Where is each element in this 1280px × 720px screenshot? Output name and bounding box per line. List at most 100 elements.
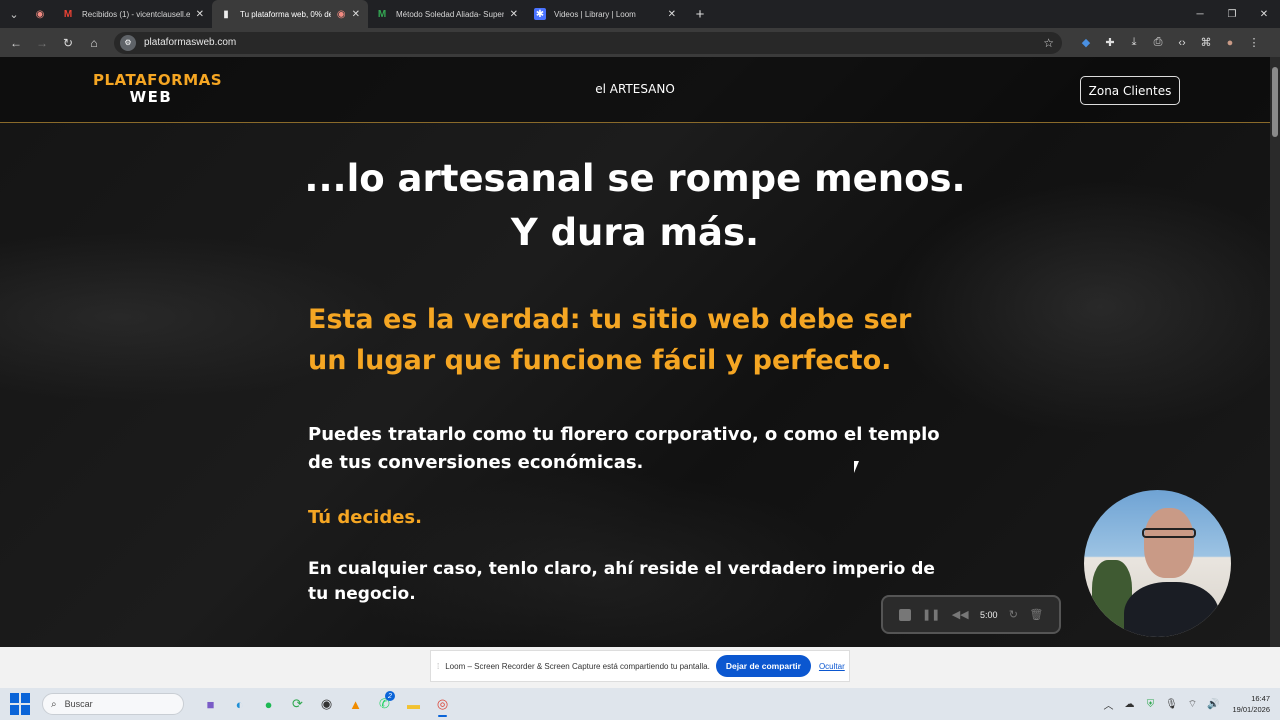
wifi-icon[interactable]: ⌔	[1182, 698, 1203, 711]
restore-icon[interactable]: ❐	[1216, 0, 1248, 28]
cloud-icon[interactable]: ☁	[1119, 699, 1140, 710]
windows-taskbar: ⌕ Buscar ■ ◐ ● ⟳ ◉ ▲ ✆ 2 ▬ ◎ ︿ ☁ ⛨ 🎙 ⌔ 🔊 …	[0, 688, 1280, 720]
tab-strip: ⌄ ◉ M Recibidos (1) - vicentclausell.es …	[0, 0, 1280, 28]
record-icon: ◉	[35, 8, 45, 20]
taskbar-search[interactable]: ⌕ Buscar	[42, 693, 184, 715]
restart-icon[interactable]: ↻	[1009, 608, 1018, 621]
tab-plataformas[interactable]: ▮ Tu plataforma web, 0% dep ◉ ✕	[212, 0, 368, 28]
tab-loom[interactable]: ✱ Videos | Library | Loom ✕	[526, 0, 684, 28]
volume-icon[interactable]: 🔊	[1203, 699, 1224, 710]
scrollbar-thumb[interactable]	[1272, 67, 1278, 137]
taskbar-clock[interactable]: 16:47 19/01/2026	[1232, 693, 1270, 715]
record-icon: ◉	[336, 8, 346, 20]
minimize-icon[interactable]: ─	[1184, 0, 1216, 28]
loom-webcam-bubble[interactable]	[1084, 490, 1231, 637]
loom-recording-controls: ❚❚ ◀◀ 5:00 ↻ 🗑	[881, 595, 1061, 634]
windows-start-icon[interactable]	[10, 693, 32, 715]
tab-gmail[interactable]: M Recibidos (1) - vicentclausell.es ✕	[54, 0, 212, 28]
paragraph-imperio: En cualquier caso, tenlo claro, ahí resi…	[308, 559, 935, 604]
back-icon[interactable]: ←	[4, 31, 28, 55]
stop-recording-icon[interactable]	[898, 608, 911, 621]
reload-icon[interactable]: ↻	[56, 31, 80, 55]
tab-recording[interactable]: ◉	[28, 0, 54, 28]
vlc-icon[interactable]: ▲	[341, 690, 370, 718]
sync-app-icon[interactable]: ⟳	[283, 690, 312, 718]
m-icon: M	[377, 8, 387, 20]
security-icon[interactable]: ⛨	[1140, 699, 1161, 710]
microphone-icon[interactable]: 🎙	[1161, 699, 1182, 710]
presenter-body	[1124, 582, 1219, 637]
hide-link[interactable]: Ocultar	[819, 662, 845, 671]
whatsapp-icon[interactable]: ✆ 2	[370, 690, 399, 718]
close-icon[interactable]: ✕	[196, 9, 204, 20]
clock-time: 16:47	[1251, 694, 1270, 703]
close-icon[interactable]: ✕	[668, 9, 676, 20]
glasses-shape	[1142, 528, 1196, 538]
presenter-head	[1144, 508, 1194, 578]
drag-handle-icon[interactable]: ⁞	[437, 662, 439, 671]
home-icon[interactable]: ⌂	[82, 31, 106, 55]
toolbar-actions: ◆ ✚ ⤓ ⎙ ‹› ⌘ ● ⋮	[1074, 31, 1266, 55]
page-scrollbar[interactable]	[1270, 57, 1280, 647]
devtools-icon[interactable]: ‹›	[1170, 31, 1194, 55]
nav-link-artesano[interactable]: el ARTESANO	[560, 82, 710, 96]
gmail-icon: M	[63, 8, 73, 20]
mouse-cursor-icon	[854, 461, 859, 473]
edge-icon[interactable]: ◐	[225, 690, 254, 718]
bookmark-star-icon[interactable]: ☆	[1043, 36, 1054, 50]
whatsapp-badge: 2	[385, 691, 395, 701]
search-placeholder: Buscar	[64, 699, 93, 709]
system-tray: ︿ ☁ ⛨ 🎙 ⌔ 🔊	[1098, 688, 1224, 720]
chrome-icon[interactable]: ◎	[428, 690, 457, 718]
search-icon: ⌕	[51, 698, 57, 710]
tab-search-button[interactable]: ⌄	[0, 0, 28, 28]
forward-icon[interactable]: →	[30, 31, 54, 55]
address-bar[interactable]: ⚙ plataformasweb.com ☆	[114, 31, 1062, 54]
screen-share-notification: ⁞ Loom – Screen Recorder & Screen Captur…	[430, 650, 850, 682]
logo-line1: PLATAFORMAS	[93, 71, 223, 89]
tab-label: Tu plataforma web, 0% dep	[240, 9, 331, 19]
translate-icon[interactable]: ⌘	[1194, 31, 1218, 55]
spotify-icon[interactable]: ●	[254, 690, 283, 718]
extension-icon[interactable]: ◆	[1074, 31, 1098, 55]
site-icon: ▮	[223, 8, 229, 20]
headline: Esta es la verdad: tu sitio web debe ser…	[308, 304, 912, 376]
hero-line2: Y dura más.	[510, 211, 760, 254]
pause-icon[interactable]: ❚❚	[922, 608, 940, 621]
chevron-up-icon[interactable]: ︿	[1098, 697, 1119, 712]
web-page: PLATAFORMAS WEB el ARTESANO Zona Cliente…	[0, 57, 1270, 647]
close-icon[interactable]: ✕	[510, 9, 518, 20]
rewind-icon[interactable]: ◀◀	[952, 608, 969, 621]
site-logo[interactable]: PLATAFORMAS WEB	[93, 71, 223, 106]
tab-label: Videos | Library | Loom	[554, 9, 636, 19]
tab-label: Método Soledad Aliada- Super	[396, 9, 504, 19]
profile-avatar[interactable]: ●	[1218, 31, 1242, 55]
extensions-puzzle-icon[interactable]: ✚	[1098, 31, 1122, 55]
download-icon[interactable]: ⤓	[1122, 31, 1146, 55]
logo-line2: WEB	[129, 88, 173, 106]
tu-decides-text: Tú decides.	[308, 507, 422, 528]
close-window-icon[interactable]: ✕	[1248, 0, 1280, 28]
site-info-icon[interactable]: ⚙	[120, 34, 136, 51]
print-icon[interactable]: ⎙	[1146, 31, 1170, 55]
hero-line1: ...lo artesanal se rompe menos.	[304, 157, 966, 200]
share-message: Loom – Screen Recorder & Screen Capture …	[445, 661, 710, 671]
url-text: plataformasweb.com	[144, 37, 237, 48]
window-controls: ─ ❐ ✕	[1184, 0, 1280, 28]
taskbar-apps: ■ ◐ ● ⟳ ◉ ▲ ✆ 2 ▬ ◎	[196, 690, 457, 718]
paragraph-florero: Puedes tratarlo como tu florero corporat…	[308, 424, 940, 473]
tab-metodo[interactable]: M Método Soledad Aliada- Super ✕	[368, 0, 526, 28]
close-icon[interactable]: ✕	[352, 9, 360, 20]
game-app-icon[interactable]: ■	[196, 690, 225, 718]
new-tab-button[interactable]: +	[688, 6, 712, 23]
file-explorer-icon[interactable]: ▬	[399, 690, 428, 718]
recording-timer: 5:00	[979, 609, 998, 620]
trash-icon[interactable]: 🗑	[1029, 608, 1043, 621]
browser-toolbar: ← → ↻ ⌂ ⚙ plataformasweb.com ☆ ◆ ✚ ⤓ ⎙ ‹…	[0, 28, 1280, 57]
loom-icon: ✱	[534, 8, 546, 20]
recording-app-icon[interactable]: ◉	[312, 690, 341, 718]
hero-heading: ...lo artesanal se rompe menos. Y dura m…	[240, 152, 1030, 260]
zona-clientes-button[interactable]: Zona Clientes	[1080, 76, 1180, 105]
menu-icon[interactable]: ⋮	[1242, 31, 1266, 55]
stop-sharing-button[interactable]: Dejar de compartir	[715, 655, 811, 677]
